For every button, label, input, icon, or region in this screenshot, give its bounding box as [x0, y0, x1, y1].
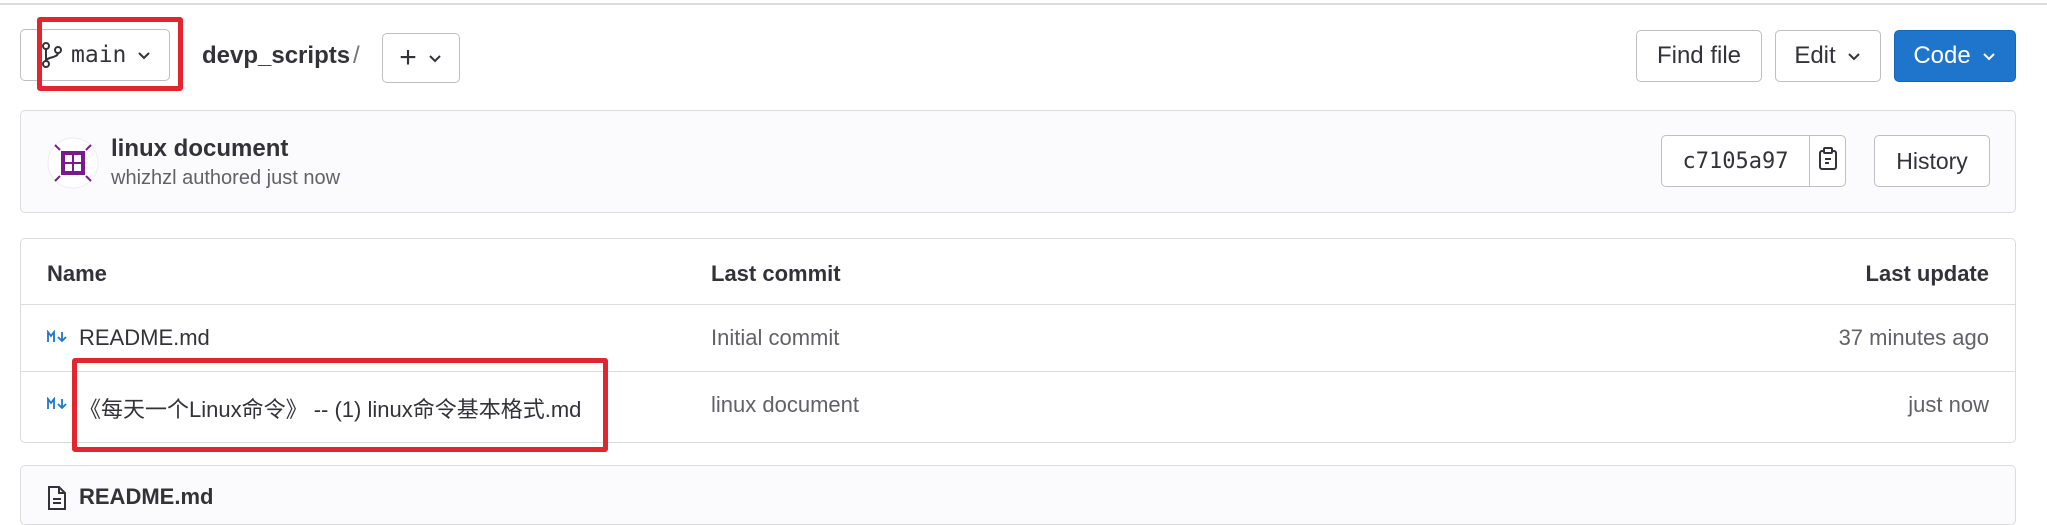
file-name-link[interactable]: 《每天一个Linux命令》 -- (1) linux命令基本格式.md	[79, 392, 581, 424]
breadcrumb-repo[interactable]: devp_scripts	[202, 42, 350, 70]
readme-header: README.md	[20, 465, 2016, 525]
file-last-update: 37 minutes ago	[1838, 325, 1989, 350]
commit-title[interactable]: linux document	[111, 135, 288, 163]
top-divider	[0, 3, 2047, 5]
branch-selector[interactable]: main	[20, 29, 170, 81]
table-row[interactable]: README.md Initial commit 37 minutes ago	[21, 305, 2015, 372]
copy-icon	[1818, 146, 1838, 176]
file-last-commit-link[interactable]: linux document	[711, 392, 859, 418]
edit-label: Edit	[1794, 42, 1836, 69]
branch-name: main	[71, 42, 127, 68]
markdown-icon	[47, 329, 69, 349]
markdown-icon	[47, 396, 69, 416]
chevron-down-icon	[427, 50, 443, 66]
add-dropdown-button[interactable]: +	[382, 33, 460, 83]
edit-dropdown-button[interactable]: Edit	[1775, 30, 1881, 82]
plus-icon: +	[399, 41, 417, 74]
last-commit-panel: linux document whizhzl authored just now…	[20, 110, 2016, 213]
find-file-button[interactable]: Find file	[1636, 30, 1762, 82]
commit-sha-group: c7105a97	[1661, 135, 1846, 187]
column-last-commit-header: Last commit	[711, 261, 841, 286]
chevron-down-icon	[136, 47, 152, 63]
branch-icon	[41, 42, 63, 68]
file-table: Name Last commit Last update README.md I…	[20, 238, 2016, 443]
commit-author-meta: whizhzl authored just now	[111, 167, 341, 189]
code-label: Code	[1913, 42, 1971, 69]
history-button[interactable]: History	[1874, 135, 1990, 187]
table-row[interactable]: 《每天一个Linux命令》 -- (1) linux命令基本格式.md linu…	[21, 372, 2015, 439]
file-last-commit-link[interactable]: Initial commit	[711, 325, 839, 351]
code-dropdown-button[interactable]: Code	[1894, 30, 2016, 82]
column-name-header: Name	[47, 261, 107, 286]
avatar[interactable]	[47, 137, 99, 189]
commit-sha[interactable]: c7105a97	[1662, 136, 1810, 186]
chevron-down-icon	[1981, 48, 1997, 64]
file-last-update: just now	[1908, 392, 1989, 417]
table-header: Name Last commit Last update	[21, 239, 2015, 305]
breadcrumb-separator: /	[353, 42, 360, 69]
file-name-link[interactable]: README.md	[79, 325, 210, 351]
chevron-down-icon	[1846, 48, 1862, 64]
column-last-update-header: Last update	[1865, 261, 1989, 286]
copy-sha-button[interactable]	[1810, 136, 1845, 186]
readme-title[interactable]: README.md	[79, 484, 213, 510]
